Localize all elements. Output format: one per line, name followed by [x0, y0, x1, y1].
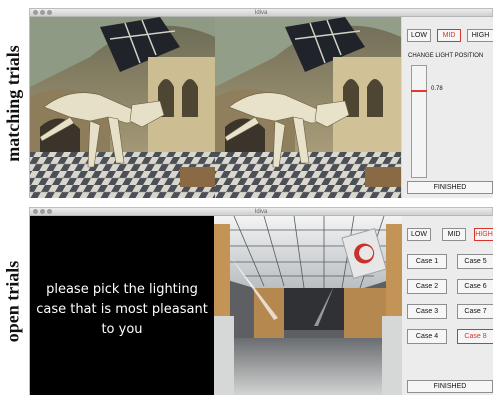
window-title: Idiva	[254, 10, 268, 16]
light-position-slider[interactable]	[411, 65, 427, 178]
case-7-button[interactable]: Case 7	[457, 304, 493, 319]
case-2-button[interactable]: Case 2	[407, 279, 447, 294]
high-button[interactable]: HIGH	[467, 29, 493, 42]
case-8-button[interactable]: Case 8	[457, 329, 493, 344]
title-bar: Idiva	[30, 9, 492, 17]
case-4-button[interactable]: Case 4	[407, 329, 447, 344]
open-trials-label: open trials	[0, 207, 26, 395]
title-bar: Idiva	[30, 208, 492, 216]
finished-button[interactable]: FINISHED	[407, 380, 493, 393]
case-selection-panel: LOW MID HIGH Case 1 Case 2 Case 3 Case 4…	[402, 216, 493, 395]
case-3-button[interactable]: Case 3	[407, 304, 447, 319]
open-trials-text: open trials	[2, 260, 23, 342]
adjustable-render-right	[215, 17, 401, 198]
instruction-screen: please pick the lighting case that is mo…	[30, 216, 214, 395]
matching-trials-label: matching trials	[0, 8, 26, 198]
slider-value-readout: 0.78	[431, 86, 443, 92]
case-1-button[interactable]: Case 1	[407, 254, 447, 269]
low-button[interactable]: LOW	[407, 29, 431, 42]
atrium-render	[214, 216, 402, 395]
finished-button[interactable]: FINISHED	[407, 181, 493, 194]
light-control-panel: LOW MID HIGH CHANGE LIGHT POSITION 0.78 …	[402, 17, 493, 198]
matching-trials-text: matching trials	[2, 44, 23, 162]
instruction-text: please pick the lighting case that is mo…	[36, 282, 208, 337]
open-trial-window: Idiva please pick the lighting case that…	[29, 207, 493, 395]
case-5-button[interactable]: Case 5	[457, 254, 493, 269]
mid-button[interactable]: MID	[442, 228, 466, 241]
low-button[interactable]: LOW	[407, 228, 431, 241]
reference-render-left	[30, 17, 215, 198]
mid-button[interactable]: MID	[437, 29, 461, 42]
figure: matching trials open trials Idiva LOW MI…	[0, 0, 493, 395]
high-button[interactable]: HIGH	[474, 228, 493, 241]
slider-thumb[interactable]	[411, 90, 427, 92]
change-light-position-label: CHANGE LIGHT POSITION	[408, 53, 484, 59]
window-title: Idiva	[254, 209, 268, 215]
matching-trial-window: Idiva LOW MID HIGH CHANGE LIGHT POSITION…	[29, 8, 493, 198]
case-6-button[interactable]: Case 6	[457, 279, 493, 294]
